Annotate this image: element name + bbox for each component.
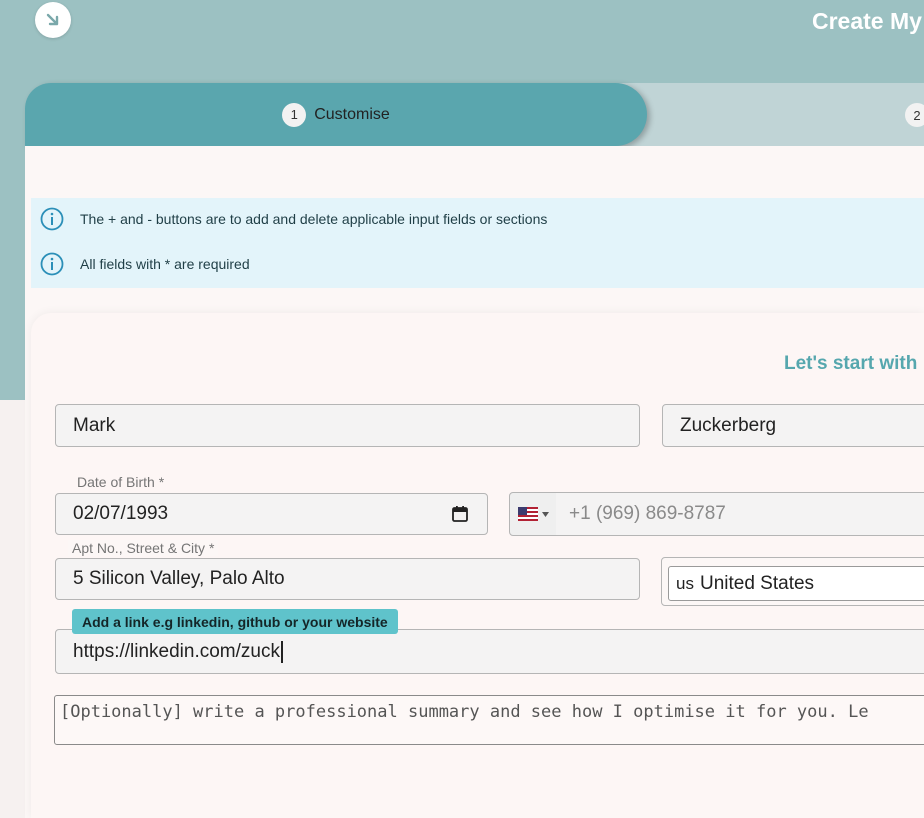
phone-input[interactable]: +1 (969) 869-8787: [556, 492, 924, 536]
step-2[interactable]: 2: [905, 103, 924, 127]
info-text: The + and - buttons are to add and delet…: [80, 211, 548, 227]
dob-input[interactable]: 02/07/1993: [55, 493, 488, 535]
link-input[interactable]: https://linkedin.com/zuck: [55, 629, 924, 674]
page-title: Create My: [812, 8, 922, 34]
calendar-icon[interactable]: [451, 505, 469, 523]
phone-country-select[interactable]: [509, 492, 557, 536]
address-input[interactable]: 5 Silicon Valley, Palo Alto: [55, 558, 640, 600]
info-row: The + and - buttons are to add and delet…: [40, 207, 547, 231]
last-name-input[interactable]: Zuckerberg: [662, 404, 924, 447]
dob-label: Date of Birth *: [77, 474, 165, 490]
dob-value: 02/07/1993: [73, 503, 169, 524]
step-label: Customise: [314, 105, 390, 123]
first-name-input[interactable]: Mark: [55, 404, 640, 447]
back-button[interactable]: [35, 2, 71, 38]
link-value: https://linkedin.com/zuck: [73, 640, 280, 662]
country-code: us: [676, 573, 694, 593]
link-tooltip: Add a link e.g linkedin, github or your …: [72, 609, 398, 634]
info-icon: [40, 252, 64, 276]
summary-textarea[interactable]: [Optionally] write a professional summar…: [54, 695, 924, 745]
info-icon: [40, 207, 64, 231]
step-number: 2: [905, 103, 924, 127]
info-text: All fields with * are required: [80, 256, 250, 272]
country-name: United States: [699, 572, 815, 594]
chevron-down-icon: [541, 511, 549, 517]
arrow-down-right-icon: [46, 13, 59, 26]
text-cursor: [280, 640, 283, 663]
step-customise[interactable]: 1 Customise: [25, 83, 647, 146]
address-label: Apt No., Street & City *: [68, 540, 219, 556]
us-flag-icon: [517, 507, 538, 521]
section-heading: Let's start with: [784, 353, 918, 374]
step-number: 1: [282, 102, 307, 127]
country-select[interactable]: us United States: [668, 566, 924, 601]
info-row: All fields with * are required: [40, 252, 250, 276]
